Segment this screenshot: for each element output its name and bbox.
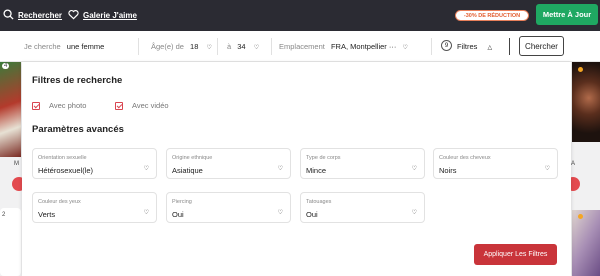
eye-color-select[interactable]: Couleur des yeux Verts ♡ [32, 192, 157, 223]
field-label: Type de corps [306, 155, 341, 161]
filters-toggle[interactable]: Filtres △ [457, 42, 492, 51]
photo-count-badge: 2 [2, 212, 6, 218]
chevron-up-icon: △ [487, 45, 493, 51]
nav-gallery-link[interactable]: Galerie J'aime [68, 9, 137, 22]
hair-color-select[interactable]: Couleur des cheveux Noirs ♡ [433, 148, 558, 179]
age-to-label: à [227, 42, 232, 51]
profile-name-left: M [14, 161, 19, 167]
field-value: Verts [38, 210, 56, 219]
with-photo-checkbox[interactable]: Avec photo [32, 101, 86, 110]
chevron-down-icon: ♡ [277, 210, 283, 216]
discount-badge[interactable]: -30% DE RÉDUCTION [455, 10, 529, 21]
checkbox-checked-icon [115, 101, 123, 110]
field-value: Asiatique [172, 166, 203, 175]
advanced-title: Paramètres avancés [32, 124, 124, 135]
nav-search-link[interactable]: Rechercher [3, 9, 62, 22]
chevron-down-icon: ♡ [411, 166, 417, 172]
profile-photo-right-2[interactable] [572, 210, 600, 276]
search-icon [3, 9, 14, 22]
age-from-value: 18 [190, 42, 199, 51]
heart-icon [68, 9, 79, 22]
field-label: Orientation sexuelle [38, 155, 87, 161]
online-dot [578, 214, 583, 219]
checkbox-checked-icon [32, 101, 40, 110]
tattoos-select[interactable]: Tatouages Oui ♡ [300, 192, 425, 223]
divider [217, 38, 218, 55]
location-label: Emplacement [279, 42, 325, 51]
location-value: FRA, Montpellier ··· [330, 42, 397, 51]
online-dot [578, 67, 583, 72]
age-from-select[interactable]: Âge(e) de 18 ♡ [151, 42, 212, 51]
profile-photo-left[interactable] [0, 62, 21, 157]
filters-label: Filtres [457, 42, 478, 51]
divider [271, 38, 272, 55]
field-value: Oui [172, 210, 184, 219]
chevron-down-icon: ♡ [143, 210, 149, 216]
sexual-orientation-select[interactable]: Orientation sexuelle Hétérosexuel(le) ♡ [32, 148, 157, 179]
chevron-down-icon: ♡ [143, 166, 149, 172]
with-video-label: Avec vidéo [132, 101, 169, 110]
chevron-down-icon: ♡ [544, 166, 550, 172]
chevron-down-icon: ♡ [277, 166, 283, 172]
ethnic-origin-select[interactable]: Origine ethnique Asiatique ♡ [166, 148, 291, 179]
seeking-label: Je cherche [24, 42, 61, 51]
field-label: Couleur des cheveux [439, 155, 491, 161]
age-to-select[interactable]: à 34 ♡ [227, 42, 259, 51]
filters-count-badge[interactable]: 9 [441, 40, 452, 51]
profile-name-right: A [571, 161, 576, 167]
location-select[interactable]: Emplacement FRA, Montpellier ··· ♡ [279, 42, 408, 51]
age-to-value: 34 [237, 42, 246, 51]
seeking-field[interactable]: Je cherche une femme [24, 42, 104, 51]
field-value: Hétérosexuel(le) [38, 166, 94, 175]
chevron-down-icon: ♡ [253, 45, 260, 51]
with-video-checkbox[interactable]: Avec vidéo [115, 101, 169, 110]
field-label: Origine ethnique [172, 155, 213, 161]
profile-card-left[interactable] [0, 208, 21, 276]
field-value: Mince [306, 166, 327, 175]
body-type-select[interactable]: Type de corps Mince ♡ [300, 148, 425, 179]
divider [138, 38, 139, 55]
nav-gallery-label: Galerie J'aime [83, 11, 137, 20]
divider [431, 38, 432, 55]
field-label: Couleur des yeux [38, 199, 81, 205]
apply-filters-button[interactable]: Appliquer Les Filtres [474, 244, 557, 265]
field-value: Oui [306, 210, 318, 219]
upgrade-button[interactable]: Mettre À Jour [536, 4, 598, 25]
profile-photo-right[interactable] [572, 62, 600, 142]
age-label: Âge(e) de [151, 42, 184, 51]
chevron-down-icon: ♡ [206, 45, 212, 51]
nav-search-label: Rechercher [18, 11, 63, 20]
seeking-value: une femme [66, 42, 105, 51]
divider [509, 38, 510, 55]
top-nav: Rechercher Galerie J'aime -30% DE RÉDUCT… [0, 0, 600, 31]
search-bar: Je cherche une femme Âge(e) de 18 ♡ à 34… [0, 31, 600, 62]
filters-panel: Filtres de recherche Avec photo Avec vid… [22, 62, 571, 276]
search-button[interactable]: Chercher [519, 36, 564, 56]
chevron-down-icon: ♡ [402, 45, 408, 51]
filters-title: Filtres de recherche [32, 75, 123, 86]
field-label: Piercing [172, 199, 192, 205]
chevron-down-icon: ♡ [411, 210, 417, 216]
with-photo-label: Avec photo [49, 101, 87, 110]
field-label: Tatouages [306, 199, 332, 205]
field-value: Noirs [439, 166, 457, 175]
piercing-select[interactable]: Piercing Oui ♡ [166, 192, 291, 223]
